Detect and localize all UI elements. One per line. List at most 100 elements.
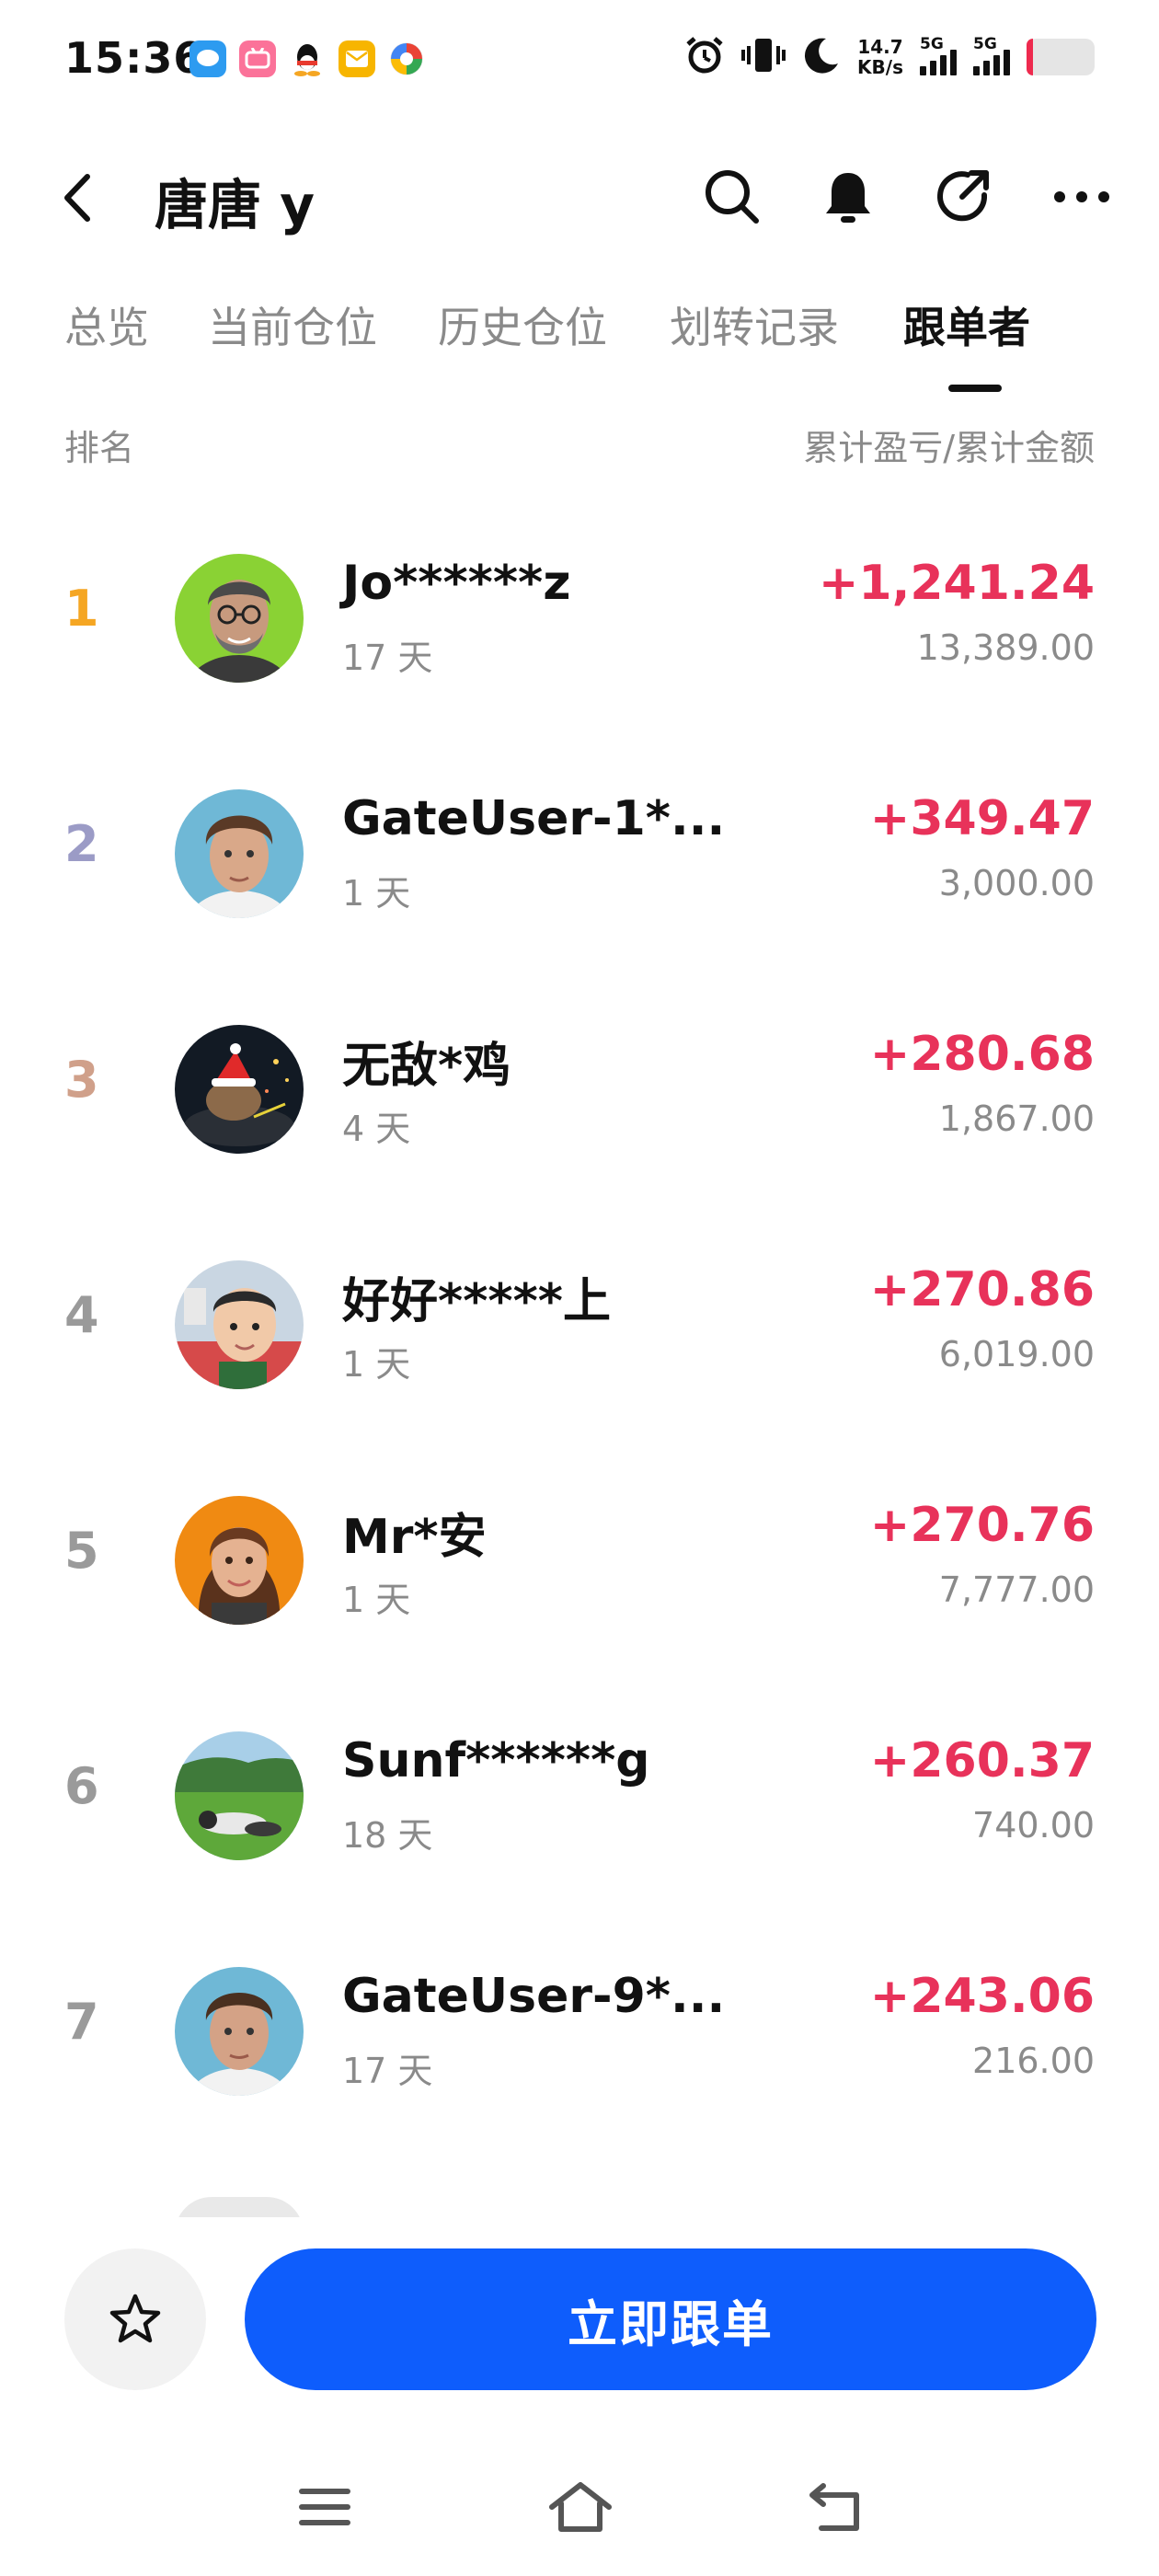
cumulative-amount: 7,777.00 (938, 1570, 1095, 1610)
follower-row[interactable]: 2 GateUser-1*... 1 天 +349.47 3,000.00 (0, 760, 1159, 995)
page-title: 唐唐 y (155, 174, 316, 236)
message-app-icon (189, 40, 226, 77)
rank-number: 4 (64, 1286, 99, 1344)
tab-bar: 总览 当前仓位 历史仓位 划转记录 跟单者 (0, 294, 1159, 396)
search-icon (706, 170, 759, 224)
action-bar: 立即跟单 (0, 2217, 1159, 2401)
signal-sim1-icon: 5G (920, 35, 957, 75)
follow-days: 1 天 (342, 1580, 411, 1620)
follower-row[interactable]: 7 GateUser-9*... 17 天 +243.06 216.00 (0, 1938, 1159, 2173)
battery-icon (1027, 39, 1095, 75)
more-icon (1054, 191, 1109, 202)
rank-number: 3 (64, 1051, 99, 1109)
star-icon (109, 2294, 161, 2343)
follow-now-button[interactable]: 立即跟单 (245, 2248, 1096, 2390)
tab-followers[interactable]: 跟单者 (903, 294, 1030, 355)
rank-number: 6 (64, 1757, 99, 1815)
follower-row[interactable]: 5 Mr*安 1 天 +270.76 7,777.00 (0, 1466, 1159, 1702)
follower-name: 无敌*鸡 (342, 1039, 511, 1094)
cumulative-pnl: +1,241.24 (818, 556, 1095, 611)
page-header: 唐唐 y (0, 138, 1159, 258)
search-button[interactable] (695, 160, 769, 234)
follow-days: 4 天 (342, 1109, 411, 1149)
back-nav-icon (809, 2483, 859, 2531)
browser-app-icon (388, 40, 425, 77)
back-icon (64, 174, 90, 222)
cumulative-amount: 13,389.00 (916, 627, 1095, 668)
status-bar: 15:36 14.7 KB/s 5G 5G (0, 0, 1159, 120)
qq-app-icon (289, 40, 326, 77)
avatar (175, 1731, 304, 1860)
avatar (175, 789, 304, 918)
notification-icons (189, 40, 425, 77)
home-button[interactable] (539, 2466, 622, 2548)
notification-button[interactable] (811, 160, 885, 234)
avatar (175, 1025, 304, 1154)
back-button[interactable] (50, 166, 105, 230)
cumulative-amount: 740.00 (972, 1805, 1095, 1846)
tab-position-history[interactable]: 历史仓位 (438, 294, 607, 355)
cumulative-amount: 216.00 (972, 2041, 1095, 2081)
cumulative-pnl: +280.68 (869, 1027, 1095, 1082)
follower-name: GateUser-1*... (342, 791, 726, 846)
follower-name: Sunf******g (342, 1733, 650, 1788)
sim1-label: 5G (920, 35, 944, 53)
home-icon (549, 2482, 612, 2532)
rank-number: 7 (64, 1993, 99, 2051)
tab-overview[interactable]: 总览 (64, 294, 149, 355)
follower-name: Mr*安 (342, 1510, 487, 1565)
status-right: 14.7 KB/s 5G 5G (684, 35, 1095, 79)
net-speed-unit: KB/s (857, 56, 903, 78)
rank-number: 1 (64, 580, 99, 638)
vibrate-icon (741, 35, 786, 79)
active-tab-indicator (948, 385, 1002, 392)
follower-row[interactable]: 1 Jo******z 17 天 +1,241.24 13,389.00 (0, 524, 1159, 760)
rank-number: 2 (64, 815, 99, 873)
net-speed-value: 14.7 (857, 36, 903, 58)
favorite-button[interactable] (64, 2248, 206, 2390)
cumulative-pnl: +243.06 (869, 1969, 1095, 2024)
list-header: 排名 累计盈亏/累计金额 (0, 420, 1159, 475)
cumulative-pnl: +270.86 (869, 1262, 1095, 1317)
follower-row[interactable]: 3 无敌*鸡 4 天 +280.68 1,867.00 (0, 995, 1159, 1231)
rank-column-header: 排名 (64, 428, 135, 468)
system-nav-bar (0, 2466, 1159, 2558)
follow-days: 1 天 (342, 873, 411, 914)
menu-icon (299, 2489, 350, 2525)
share-button[interactable] (927, 160, 1001, 234)
cumulative-pnl: +349.47 (869, 791, 1095, 846)
cumulative-amount: 6,019.00 (938, 1334, 1095, 1374)
avatar (175, 1260, 304, 1389)
follow-days: 17 天 (342, 2051, 433, 2091)
pnl-column-header: 累计盈亏/累计金额 (803, 428, 1095, 468)
bilibili-app-icon (239, 40, 276, 77)
net-speed: 14.7 KB/s (857, 37, 903, 77)
follower-name: Jo******z (342, 556, 571, 611)
avatar (175, 1967, 304, 2096)
follower-name: 好好*****上 (342, 1274, 611, 1329)
tab-transfer-records[interactable]: 划转记录 (670, 294, 839, 355)
more-button[interactable] (1045, 160, 1119, 234)
bell-icon (826, 173, 870, 223)
follower-row[interactable]: 6 Sunf******g 18 天 +260.37 740.00 (0, 1702, 1159, 1938)
sim2-label: 5G (973, 35, 997, 53)
mail-app-icon (339, 40, 375, 77)
cumulative-pnl: +260.37 (869, 1733, 1095, 1788)
avatar (175, 554, 304, 683)
follower-name: GateUser-9*... (342, 1969, 726, 2024)
cumulative-amount: 3,000.00 (938, 863, 1095, 903)
cumulative-pnl: +270.76 (869, 1498, 1095, 1553)
follow-days: 1 天 (342, 1344, 411, 1385)
alarm-icon (684, 35, 725, 79)
follow-days: 17 天 (342, 638, 433, 678)
do-not-disturb-moon-icon (802, 36, 841, 78)
follower-row[interactable]: 4 好好*****上 1 天 +270.86 6,019.00 (0, 1231, 1159, 1466)
signal-sim2-icon: 5G (973, 35, 1010, 75)
status-time: 15:36 (64, 33, 204, 83)
avatar (175, 1496, 304, 1625)
cumulative-amount: 1,867.00 (938, 1098, 1095, 1139)
back-nav-button[interactable] (795, 2466, 878, 2548)
rank-number: 5 (64, 1522, 99, 1580)
tab-current-positions[interactable]: 当前仓位 (208, 294, 377, 355)
recent-apps-button[interactable] (283, 2466, 366, 2548)
